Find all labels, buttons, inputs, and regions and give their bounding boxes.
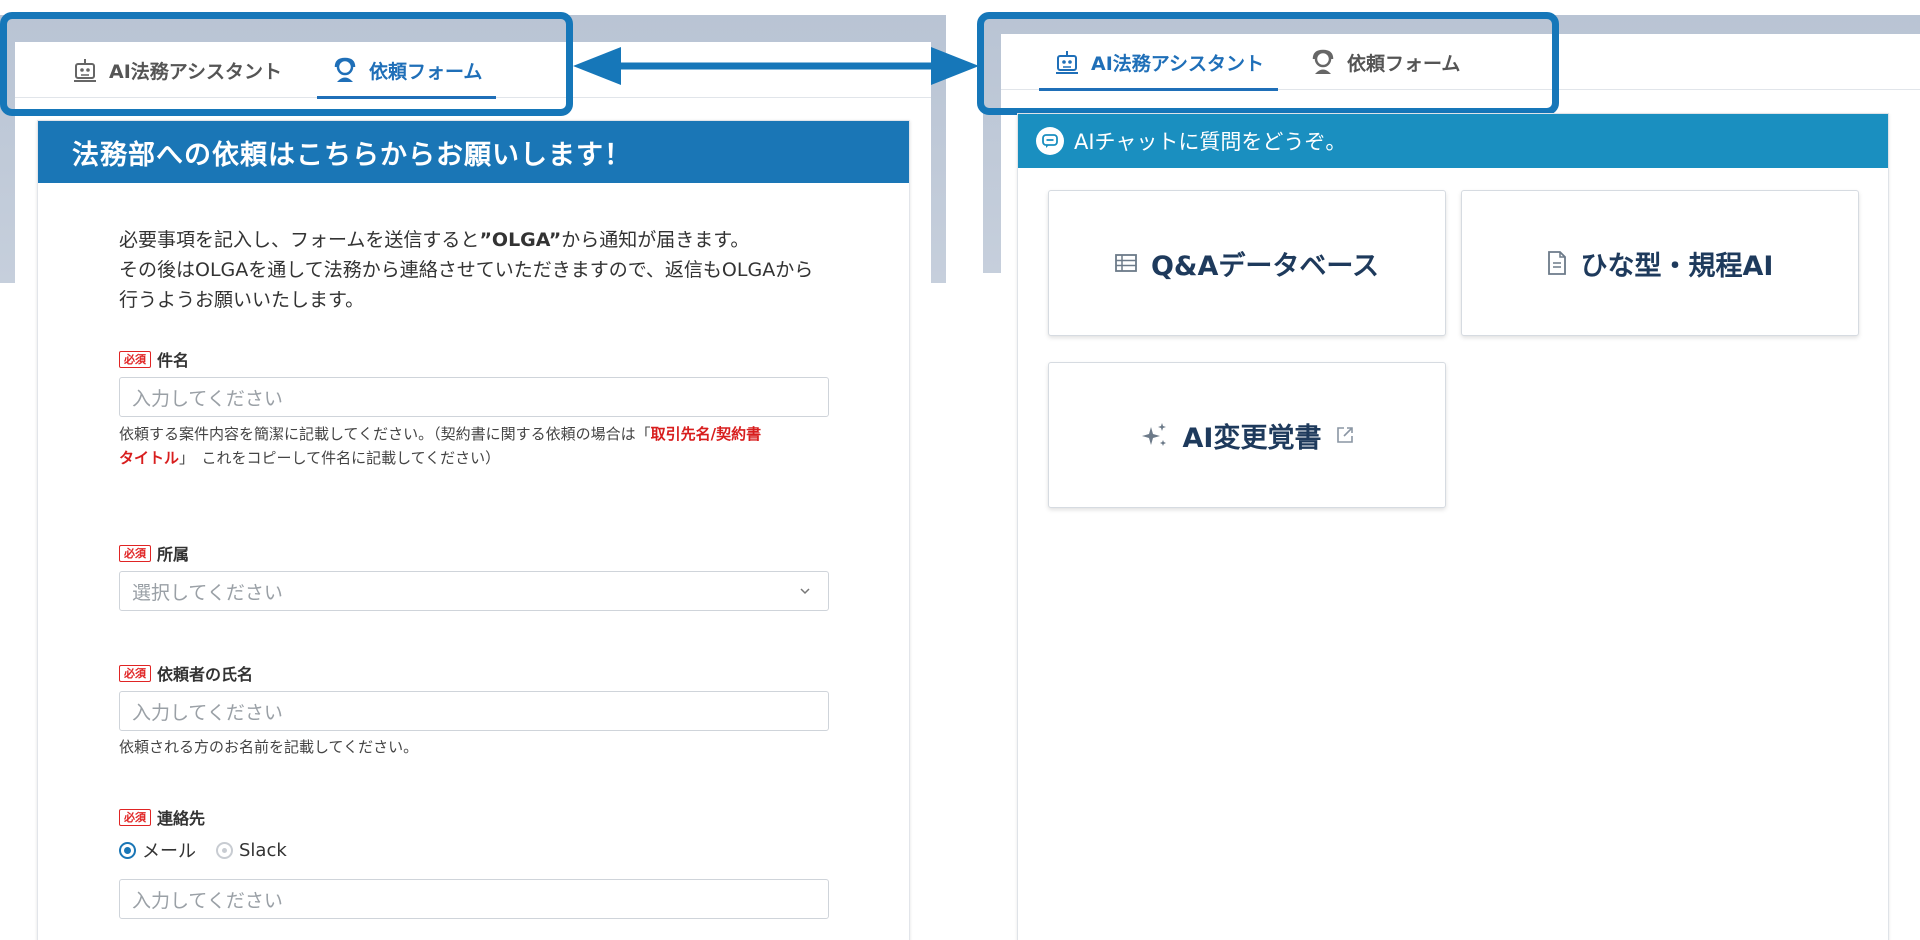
department-label-text: 所属 bbox=[157, 545, 190, 564]
screenshot-root: AI法務アシスタント 依頼フォーム 法務部への依頼はこちらからお願いします！ 必… bbox=[0, 0, 1920, 940]
list-icon bbox=[1115, 254, 1137, 272]
tile-qa-database-label: Q&Aデータベース bbox=[1150, 250, 1380, 282]
radio-slack-label[interactable]: Slack bbox=[239, 840, 287, 861]
radio-mail[interactable] bbox=[119, 841, 136, 859]
required-badge: 必須 bbox=[119, 350, 151, 368]
right-tab-highlight bbox=[977, 12, 1559, 115]
double-arrow-icon bbox=[573, 47, 979, 85]
tile-qa-database[interactable]: Q&Aデータベース bbox=[1048, 190, 1446, 336]
tile-ai-amendment[interactable]: AI変更覚書 bbox=[1048, 362, 1446, 508]
left-tab-highlight bbox=[0, 12, 573, 116]
subject-hint: 依頼する案件内容を簡潔に記載してください。（契約書に関する依頼の場合は「取引先名… bbox=[119, 422, 839, 470]
subject-label-text: 件名 bbox=[157, 351, 190, 370]
requester-placeholder: 入力してください bbox=[132, 701, 283, 724]
tile-template-rules-ai[interactable]: ひな型・規程AI bbox=[1461, 190, 1859, 336]
subject-label: 必須 件名 bbox=[119, 347, 189, 371]
tile-template-rules-ai-label: ひな型・規程AI bbox=[1580, 250, 1774, 282]
chat-header-text: AIチャットに質問をどうぞ。 bbox=[1074, 130, 1347, 154]
requester-name-input[interactable]: 入力してください bbox=[119, 691, 829, 731]
department-label: 必須 所属 bbox=[119, 541, 189, 565]
contact-label-text: 連絡先 bbox=[157, 809, 206, 828]
requester-label: 必須 依頼者の氏名 bbox=[119, 661, 253, 685]
intro-text-1c: から通知が届きます。 bbox=[561, 229, 750, 251]
radio-slack[interactable] bbox=[216, 841, 233, 859]
subject-hint-b: 」 これをコピーして件名に記載してください） bbox=[179, 449, 501, 467]
tile-ai-amendment-label: AI変更覚書 bbox=[1182, 422, 1322, 454]
required-badge: 必須 bbox=[119, 664, 151, 682]
chat-header: AIチャットに質問をどうぞ。 bbox=[1018, 114, 1888, 168]
requester-label-text: 依頼者の氏名 bbox=[157, 665, 254, 684]
department-select[interactable]: 選択してください bbox=[119, 571, 829, 611]
sparkle-icon bbox=[1141, 423, 1166, 446]
department-placeholder: 選択してください bbox=[132, 581, 283, 604]
chat-bubble-icon bbox=[1036, 127, 1064, 155]
contact-label: 必須 連絡先 bbox=[119, 805, 205, 829]
intro-text-3: 行うようお願いいたします。 bbox=[119, 289, 365, 311]
required-badge: 必須 bbox=[119, 544, 151, 562]
contact-method-radios: メール Slack bbox=[119, 837, 287, 863]
intro-text-2: その後はOLGAを通して法務から連絡させていただきますので、返信もOLGAから bbox=[119, 259, 814, 281]
external-link-icon bbox=[1337, 427, 1354, 443]
intro-olga: ”OLGA” bbox=[479, 229, 562, 251]
subject-hint-red1: 取引先名/契約書 bbox=[650, 425, 762, 443]
required-badge: 必須 bbox=[119, 808, 151, 826]
ai-chat-card: AIチャットに質問をどうぞ。 Q&Aデータベース ひな型・規程AI AI変更覚書 bbox=[1017, 113, 1889, 940]
form-header: 法務部への依頼はこちらからお願いします！ bbox=[38, 121, 909, 183]
chevron-down-icon bbox=[800, 588, 810, 595]
subject-input[interactable]: 入力してください bbox=[119, 377, 829, 417]
request-form-card: 法務部への依頼はこちらからお願いします！ 必要事項を記入し、フォームを送信すると… bbox=[37, 120, 910, 940]
form-intro: 必要事項を記入し、フォームを送信すると”OLGA”から通知が届きます。 その後は… bbox=[119, 225, 879, 315]
contact-placeholder: 入力してください bbox=[132, 889, 283, 912]
intro-text-1a: 必要事項を記入し、フォームを送信すると bbox=[119, 229, 480, 251]
radio-mail-label[interactable]: メール bbox=[142, 837, 196, 863]
subject-placeholder: 入力してください bbox=[132, 387, 283, 410]
subject-hint-a: 依頼する案件内容を簡潔に記載してください。（契約書に関する依頼の場合は「 bbox=[119, 425, 651, 443]
requester-hint: 依頼される方のお名前を記載してください。 bbox=[119, 738, 419, 756]
document-icon bbox=[1547, 251, 1566, 275]
subject-hint-red2: タイトル bbox=[119, 449, 180, 467]
contact-input[interactable]: 入力してください bbox=[119, 879, 829, 919]
